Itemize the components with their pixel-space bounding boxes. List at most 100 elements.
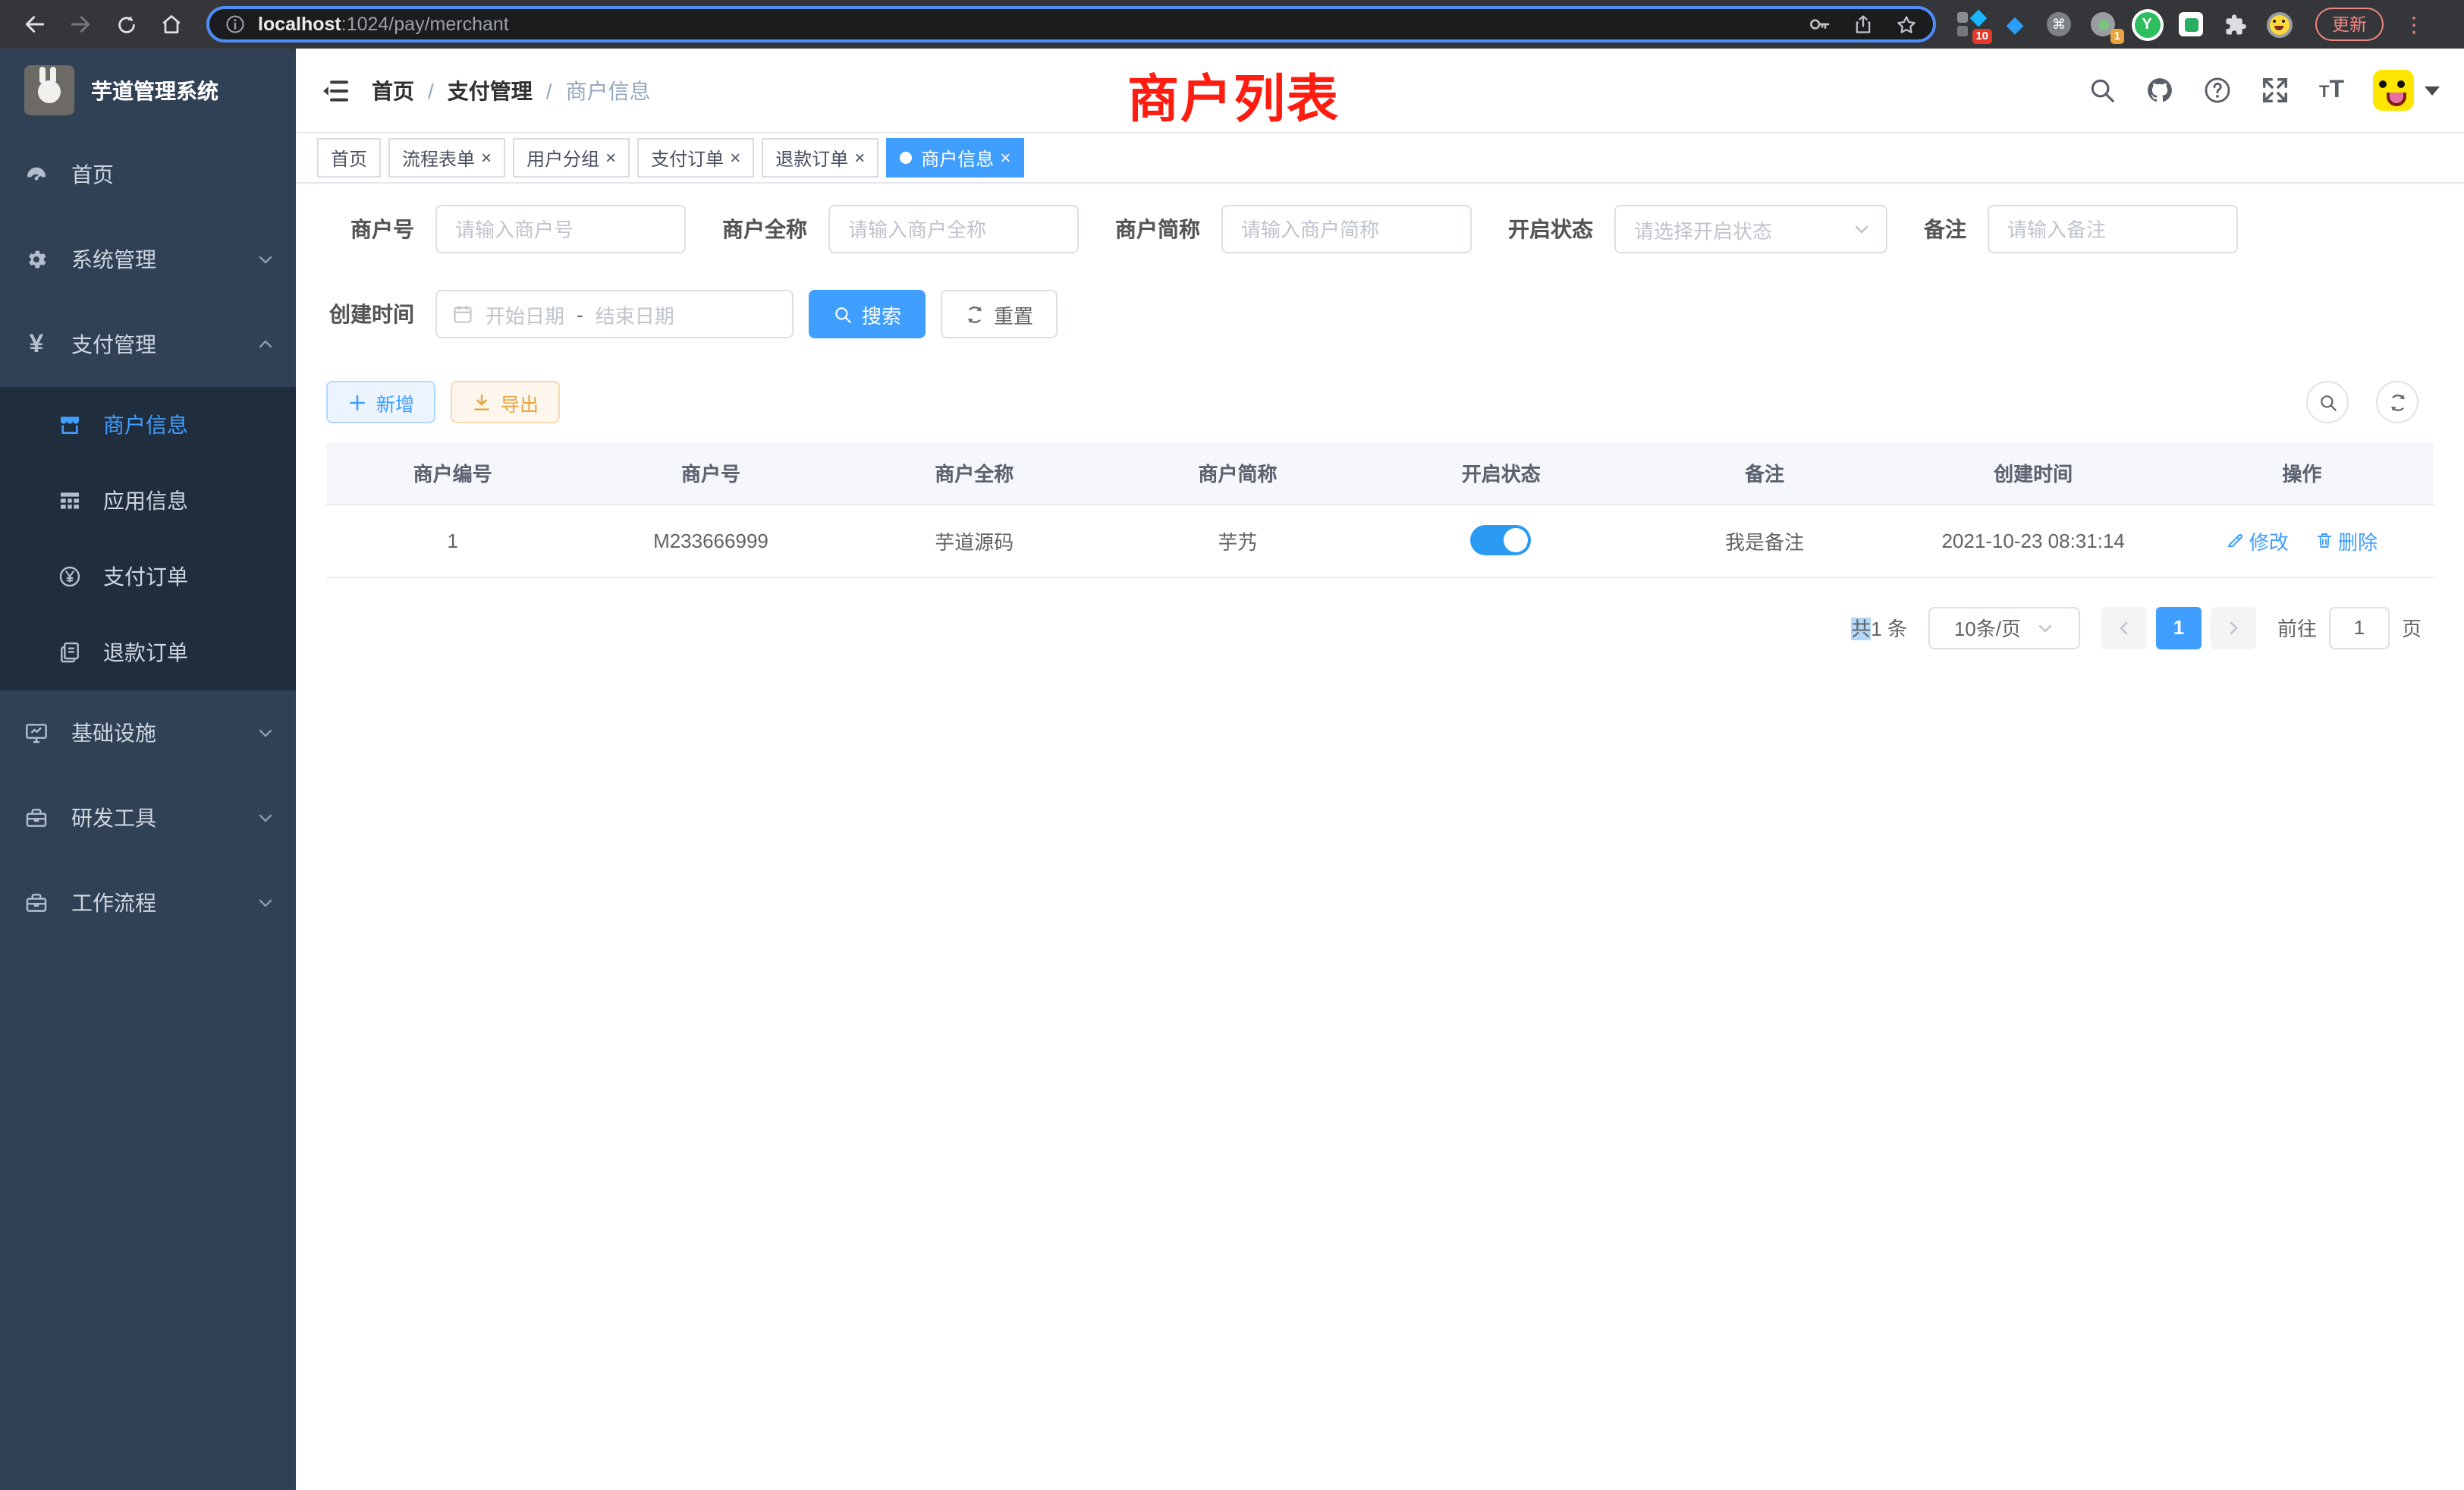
tag-process-form[interactable]: 流程表单× — [388, 138, 505, 178]
chevron-right-icon — [2224, 618, 2242, 637]
refresh-icon — [2387, 392, 2407, 412]
edit-icon — [2227, 531, 2245, 549]
cell-operations: 修改 删除 — [2170, 504, 2434, 577]
sidebar-item-system[interactable]: 系统管理 — [0, 217, 296, 302]
tag-close-icon[interactable]: × — [1000, 149, 1010, 167]
sidebar-item-label: 支付订单 — [103, 561, 188, 592]
browser-forward-button[interactable] — [62, 6, 99, 42]
documents-icon — [58, 640, 82, 665]
browser-menu-kebab-icon[interactable]: ⋮ — [2403, 11, 2422, 37]
password-key-icon[interactable] — [1807, 12, 1831, 36]
chevron-up-icon — [256, 335, 275, 354]
extension-yudao-icon[interactable]: Y — [2133, 11, 2161, 38]
sidebar: 芋道管理系统 首页 系统管理 ¥ 支付管理 商户信息 — [0, 49, 296, 1490]
status-select[interactable]: 请选择开启状态 — [1614, 205, 1887, 253]
user-avatar[interactable] — [2373, 70, 2414, 111]
col-full-name: 商户全称 — [843, 443, 1106, 504]
chevron-down-icon — [256, 724, 275, 742]
extension-gem-icon[interactable]: ◆ — [2001, 11, 2029, 38]
profile-avatar-icon[interactable] — [2265, 11, 2293, 38]
site-info-icon[interactable] — [225, 14, 246, 35]
sidebar-item-pay-order[interactable]: 支付订单 — [0, 539, 296, 615]
browser-home-button[interactable] — [153, 6, 190, 42]
tag-user-group[interactable]: 用户分组× — [513, 138, 630, 178]
goto-page-input[interactable] — [2329, 606, 2390, 649]
fullscreen-icon[interactable] — [2261, 76, 2290, 105]
chevron-left-icon — [2115, 618, 2133, 637]
browser-reload-button[interactable] — [108, 6, 144, 42]
full-name-label: 商户全称 — [722, 214, 807, 244]
delete-link[interactable]: 删除 — [2315, 526, 2378, 555]
extension-command-icon[interactable]: ⌘ — [2045, 11, 2073, 38]
sidebar-item-app-info[interactable]: 应用信息 — [0, 463, 296, 539]
tag-pay-order[interactable]: 支付订单× — [637, 138, 754, 178]
extension-recorder-icon[interactable]: 1 — [2089, 11, 2117, 38]
table-row: 1 M233666999 芋道源码 芋艿 我是备注 2021-10-23 08:… — [326, 504, 2434, 577]
chrome-update-button[interactable]: 更新 — [2315, 8, 2384, 41]
font-size-icon[interactable]: TT — [2319, 77, 2344, 104]
monitor-icon — [24, 721, 49, 745]
annotation-overlay: 商户列表 — [1127, 58, 1340, 132]
sidebar-item-merchant-info[interactable]: 商户信息 — [0, 387, 296, 463]
page-size-select[interactable]: 10条/页 — [1928, 606, 2080, 649]
hamburger-icon[interactable] — [320, 75, 350, 105]
calendar-icon — [452, 303, 473, 325]
sidebar-item-infrastructure[interactable]: 基础设施 — [0, 690, 296, 775]
sidebar-logo[interactable]: 芋道管理系统 — [0, 49, 296, 132]
col-merchant-no: 商户号 — [579, 443, 842, 504]
tags-view: 首页 流程表单× 用户分组× 支付订单× 退款订单× 商户信息× — [296, 134, 2464, 184]
tag-refund-order[interactable]: 退款订单× — [762, 138, 878, 178]
next-page-button[interactable] — [2211, 606, 2256, 649]
plus-icon — [347, 392, 367, 412]
bookmark-star-icon[interactable] — [1895, 13, 1918, 36]
sidebar-item-payment[interactable]: ¥ 支付管理 — [0, 302, 296, 387]
search-button[interactable]: 搜索 — [809, 290, 926, 338]
header-search-icon[interactable] — [2088, 76, 2117, 105]
remark-input[interactable] — [1988, 205, 2238, 253]
toggle-search-button[interactable] — [2306, 381, 2349, 423]
trash-icon — [2315, 531, 2334, 549]
refresh-table-button[interactable] — [2376, 381, 2418, 423]
sidebar-item-label: 研发工具 — [71, 803, 156, 833]
breadcrumb-payment[interactable]: 支付管理 — [448, 75, 533, 105]
tag-close-icon[interactable]: × — [730, 149, 740, 167]
address-bar[interactable]: localhost:1024/pay/merchant — [206, 6, 1936, 42]
user-avatar-group[interactable] — [2373, 70, 2440, 111]
extensions-puzzle-icon[interactable] — [2221, 11, 2249, 38]
full-name-input[interactable] — [828, 205, 1079, 253]
merchant-no-input[interactable] — [435, 205, 686, 253]
tag-close-icon[interactable]: × — [605, 149, 616, 167]
create-time-range-picker[interactable]: 开始日期 - 结束日期 — [435, 290, 794, 338]
selected-text: 共 — [1851, 618, 1871, 640]
breadcrumb-current: 商户信息 — [566, 75, 651, 105]
tag-close-icon[interactable]: × — [854, 149, 865, 167]
reset-button[interactable]: 重置 — [941, 290, 1058, 338]
breadcrumb-home[interactable]: 首页 — [372, 75, 414, 105]
tag-close-icon[interactable]: × — [481, 149, 492, 167]
tag-merchant-info[interactable]: 商户信息× — [886, 138, 1024, 178]
col-merchant-id: 商户编号 — [326, 443, 579, 504]
sidebar-item-home[interactable]: 首页 — [0, 132, 296, 217]
short-name-label: 商户简称 — [1115, 214, 1200, 244]
export-button[interactable]: 导出 — [451, 381, 560, 423]
active-tag-dot — [900, 152, 912, 164]
extension-chat-icon[interactable] — [2177, 11, 2205, 38]
pagination-total: 共1 条 — [1851, 613, 1907, 642]
extension-devtools-icon[interactable]: 10 — [1957, 11, 1985, 38]
table-header-row: 商户编号 商户号 商户全称 商户简称 开启状态 备注 创建时间 操作 — [326, 443, 2434, 504]
github-icon[interactable] — [2146, 76, 2175, 105]
tag-home[interactable]: 首页 — [317, 138, 381, 178]
status-toggle[interactable] — [1471, 525, 1532, 555]
create-time-label: 创建时间 — [326, 299, 414, 329]
page-number-button[interactable]: 1 — [2156, 606, 2202, 649]
sidebar-item-dev-tools[interactable]: 研发工具 — [0, 775, 296, 860]
prev-page-button[interactable] — [2101, 606, 2147, 649]
edit-link[interactable]: 修改 — [2227, 526, 2289, 555]
browser-back-button[interactable] — [17, 6, 53, 42]
add-button[interactable]: 新增 — [326, 381, 435, 423]
sidebar-item-workflow[interactable]: 工作流程 — [0, 860, 296, 945]
share-icon[interactable] — [1853, 14, 1874, 35]
help-icon[interactable] — [2204, 76, 2233, 105]
short-name-input[interactable] — [1221, 205, 1472, 253]
sidebar-item-refund-order[interactable]: 退款订单 — [0, 615, 296, 690]
